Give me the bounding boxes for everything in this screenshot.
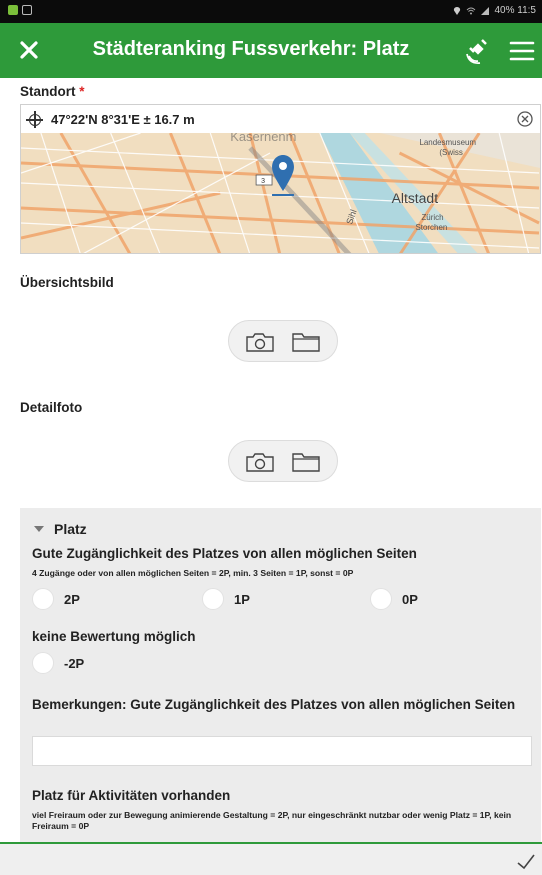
radio-label: 0P bbox=[402, 591, 418, 607]
signal-icon bbox=[481, 6, 490, 15]
section-header[interactable]: Platz bbox=[34, 521, 87, 537]
status-bar: 40% 11:5 bbox=[0, 0, 542, 23]
hamburger-menu-icon[interactable] bbox=[508, 37, 536, 65]
folder-icon[interactable] bbox=[291, 331, 321, 353]
map-label-altstadt: Altstadt bbox=[392, 190, 439, 206]
image-icon bbox=[22, 5, 32, 15]
app-bar: Städteranking Fussverkehr: Platz bbox=[0, 23, 542, 78]
page-title: Städteranking Fussverkehr: Platz bbox=[92, 38, 410, 60]
detail-photo-label: Detailfoto bbox=[20, 400, 83, 415]
radio-label: -2P bbox=[64, 655, 85, 671]
radio-circle[interactable] bbox=[370, 588, 392, 610]
map-label-museum: Landesmuseum bbox=[419, 138, 476, 147]
platz-section: Platz Gute Zugänglichkeit des Platzes vo… bbox=[20, 508, 541, 843]
status-time: 40% 11:5 bbox=[494, 5, 536, 16]
clear-location-icon[interactable] bbox=[516, 110, 534, 128]
radio-label: 2P bbox=[64, 591, 80, 607]
detail-photo-buttons bbox=[228, 440, 338, 482]
notification-icon bbox=[8, 5, 18, 15]
radio-circle[interactable] bbox=[202, 588, 224, 610]
camera-icon[interactable] bbox=[245, 331, 275, 353]
location-label: Standort * bbox=[20, 84, 85, 99]
close-icon[interactable] bbox=[14, 35, 44, 65]
radio-1p[interactable]: 1P bbox=[202, 588, 250, 610]
checkmark-icon[interactable] bbox=[516, 853, 536, 871]
location-coordinates: 47°22'N 8°31'E ± 16.7 m bbox=[51, 112, 195, 127]
remark-input[interactable] bbox=[32, 736, 532, 766]
radio-0p[interactable]: 0P bbox=[370, 588, 418, 610]
location-row[interactable]: 47°22'N 8°31'E ± 16.7 m bbox=[21, 105, 540, 133]
q1-hint: 4 Zugänge oder von allen möglichen Seite… bbox=[32, 568, 354, 578]
radio-circle[interactable] bbox=[32, 588, 54, 610]
wifi-icon bbox=[467, 7, 476, 14]
remark-title: Bemerkungen: Gute Zugänglichkeit des Pla… bbox=[32, 697, 516, 712]
section-title: Platz bbox=[54, 521, 87, 537]
map-label-top: Kasernenm bbox=[230, 133, 296, 144]
map-label-museum-sub: (Swiss bbox=[439, 148, 462, 157]
camera-icon[interactable] bbox=[245, 451, 275, 473]
q1-title: Gute Zugänglichkeit des Platzes von alle… bbox=[32, 546, 417, 561]
location-icon bbox=[454, 6, 461, 15]
radio-label: 1P bbox=[234, 591, 250, 607]
q3-hint: viel Freiraum oder zur Bewegung animiere… bbox=[32, 810, 512, 831]
overview-photo-label: Übersichtsbild bbox=[20, 275, 114, 290]
q2-title: keine Bewertung möglich bbox=[32, 629, 196, 644]
location-label-text: Standort bbox=[20, 84, 76, 99]
location-map[interactable]: Kasernenm Landesmuseum (Swiss Altstadt Z… bbox=[21, 133, 540, 254]
required-mark: * bbox=[79, 84, 85, 99]
radio-2p[interactable]: 2P bbox=[32, 588, 80, 610]
q3-title: Platz für Aktivitäten vorhanden bbox=[32, 788, 231, 803]
bottom-bar bbox=[0, 842, 542, 875]
location-card[interactable]: 47°22'N 8°31'E ± 16.7 m Kasernenm Landes… bbox=[20, 104, 541, 254]
gps-satellite-icon[interactable] bbox=[464, 36, 494, 66]
map-label-storchen: Storchen bbox=[415, 223, 447, 232]
map-label-zurich: Zürich bbox=[421, 213, 443, 222]
overview-photo-buttons bbox=[228, 320, 338, 362]
crosshair-icon bbox=[26, 111, 43, 128]
radio-circle[interactable] bbox=[32, 652, 54, 674]
radio-minus-2p[interactable]: -2P bbox=[32, 652, 84, 674]
folder-icon[interactable] bbox=[291, 451, 321, 473]
map-badge-label: 3 bbox=[261, 178, 265, 185]
collapse-triangle-icon[interactable] bbox=[34, 526, 44, 532]
